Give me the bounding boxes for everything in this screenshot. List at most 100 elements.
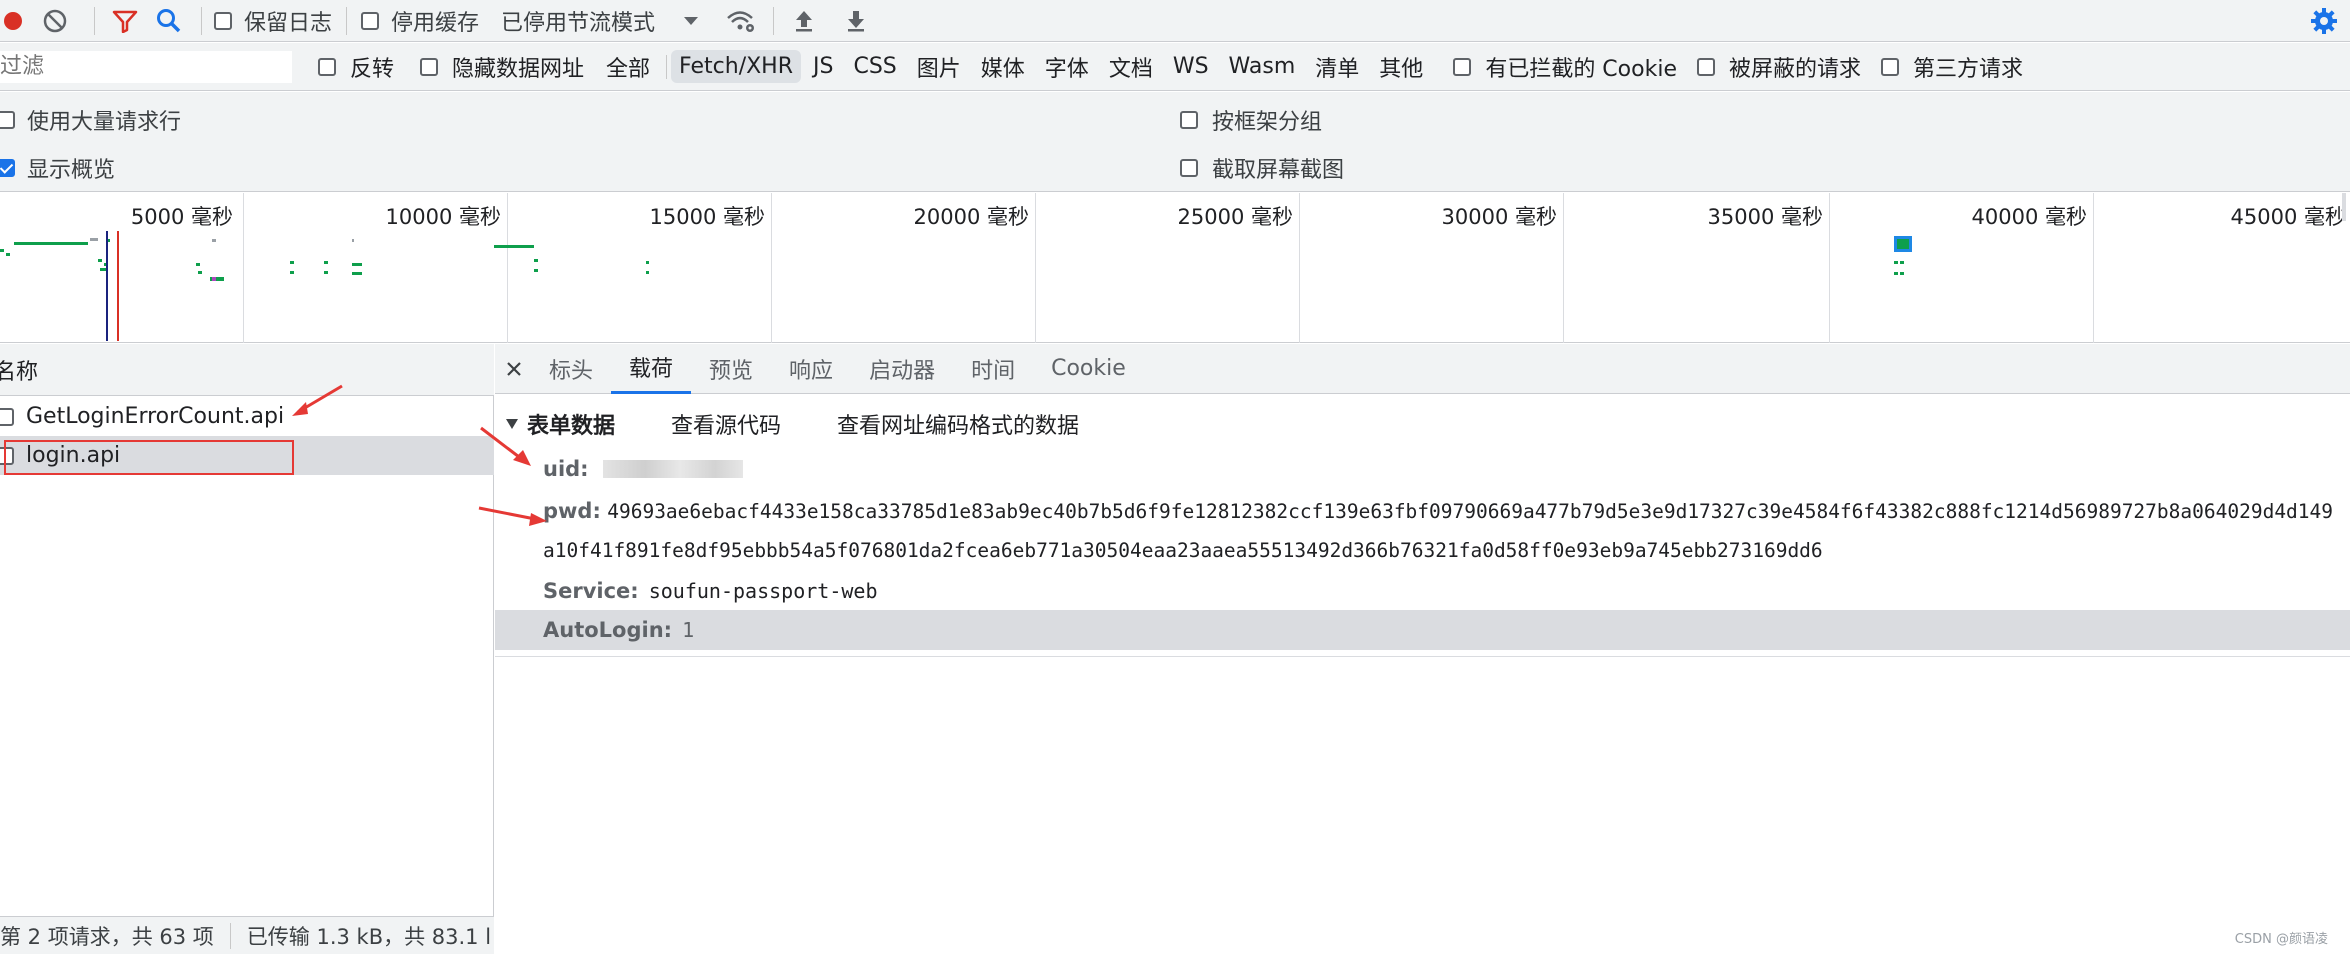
tab-payload[interactable]: 载荷: [611, 344, 692, 394]
clear-button[interactable]: [24, 0, 86, 42]
throttling-select[interactable]: 已停用节流模式: [501, 5, 699, 37]
timeline-bar: [494, 245, 534, 248]
timeline-bar: [352, 272, 362, 275]
timeline-bars: [0, 193, 2346, 341]
filter-type-media[interactable]: 媒体: [973, 47, 1033, 87]
timeline-bar: [1894, 261, 1898, 264]
filter-type-fetch-xhr[interactable]: Fetch/XHR: [671, 50, 802, 83]
view-url-encoded-link[interactable]: 查看网址编码格式的数据: [837, 408, 1079, 440]
timeline-bar: [90, 238, 98, 241]
timeline-bar: [324, 261, 328, 264]
show-overview-label: 显示概览: [27, 158, 116, 183]
toolbar-divider: [94, 6, 95, 35]
filter-type-img[interactable]: 图片: [909, 47, 969, 87]
timeline-bar: [198, 271, 202, 274]
search-button[interactable]: [147, 0, 191, 42]
annotation-arrow-icon: [478, 506, 547, 526]
search-icon: [157, 8, 181, 32]
section-divider: [495, 656, 2350, 657]
request-select-checkbox[interactable]: [0, 407, 14, 426]
timeline-bar: [352, 239, 354, 242]
form-data-section-header[interactable]: 表单数据 查看源代码 查看网址编码格式的数据: [505, 406, 1079, 442]
hide-data-urls-checkbox[interactable]: [420, 57, 439, 76]
field-value: soufun-passport-web: [648, 579, 878, 603]
annotation-arrow-icon: [480, 426, 531, 466]
timeline-bar: [196, 263, 200, 266]
filter-type-js[interactable]: JS: [805, 50, 841, 83]
filter-type-other[interactable]: 其他: [1371, 47, 1431, 87]
tab-response[interactable]: 响应: [771, 344, 851, 394]
timeline-overview[interactable]: 5000 毫秒 10000 毫秒 15000 毫秒 20000 毫秒 25000…: [0, 193, 2350, 343]
resource-type-filters: 全部 Fetch/XHR JS CSS 图片 媒体 字体 文档 WS Wasm …: [598, 47, 1435, 87]
tab-headers[interactable]: 标头: [531, 344, 611, 394]
view-source-link[interactable]: 查看源代码: [671, 408, 781, 440]
filter-type-manifest[interactable]: 清单: [1307, 47, 1367, 87]
import-har-button[interactable]: [786, 0, 822, 42]
transfer-size: 已传输 1.3 kB，共 83.1 l: [246, 924, 492, 949]
upload-icon: [796, 10, 813, 31]
tab-timing[interactable]: 时间: [953, 344, 1033, 394]
throttling-value: 已停用节流模式: [501, 10, 656, 36]
filter-input[interactable]: [0, 50, 292, 83]
close-details-button[interactable]: [497, 361, 531, 377]
blocked-requests-checkbox[interactable]: [1696, 57, 1715, 76]
capture-screenshots-label: 截取屏幕截图: [1212, 158, 1345, 183]
tab-initiator[interactable]: 启动器: [851, 344, 953, 394]
third-party-checkbox[interactable]: [1881, 57, 1899, 76]
invert-label: 反转: [350, 56, 395, 82]
filter-toggle-button[interactable]: [103, 0, 147, 42]
filter-type-css[interactable]: CSS: [845, 50, 904, 83]
large-rows-label: 使用大量请求行: [27, 110, 182, 135]
preserve-log-label: 保留日志: [244, 10, 333, 36]
disable-cache-checkbox[interactable]: [361, 11, 380, 30]
request-row[interactable]: GetLoginErrorCount.api: [0, 397, 494, 436]
timeline-bar: [1897, 239, 1909, 249]
request-details-pane: 标头 载荷 预览 响应 启动器 时间 Cookie 表单数据 查看源代码 查看网…: [478, 344, 2350, 954]
capture-screenshots-checkbox[interactable]: [1180, 159, 1198, 177]
filter-type-font[interactable]: 字体: [1037, 47, 1097, 87]
filter-type-wasm[interactable]: Wasm: [1221, 50, 1304, 83]
column-header-name[interactable]: 名称: [0, 354, 38, 386]
timeline-bar: [6, 253, 10, 256]
settings-button[interactable]: [2304, 0, 2344, 42]
timeline-bar: [1900, 272, 1904, 275]
timeline-bar: [1900, 261, 1904, 264]
timeline-bar: [646, 261, 649, 264]
request-name: GetLoginErrorCount.api: [26, 404, 285, 429]
large-rows-checkbox[interactable]: [0, 111, 15, 129]
show-overview-checkbox[interactable]: [0, 159, 15, 177]
details-tab-bar: 标头 载荷 预览 响应 启动器 时间 Cookie: [495, 344, 2350, 394]
request-list-header[interactable]: 名称: [0, 344, 494, 396]
tab-cookies[interactable]: Cookie: [1033, 344, 1144, 394]
invert-checkbox[interactable]: [318, 57, 336, 76]
chevron-down-icon: [684, 16, 699, 25]
gear-icon: [2311, 7, 2337, 34]
form-field-pwd: pwd: 49693ae6ebacf4433e158ca33785d1e83ab…: [543, 492, 2343, 570]
filter-type-all[interactable]: 全部: [598, 47, 658, 87]
blocked-cookies-checkbox[interactable]: [1453, 57, 1472, 76]
tab-preview[interactable]: 预览: [691, 344, 771, 394]
field-key: Service:: [543, 579, 639, 603]
record-button[interactable]: [2, 0, 24, 42]
timeline-bar: [352, 263, 362, 266]
export-har-button[interactable]: [838, 0, 874, 42]
annotation-highlight-box: [4, 440, 294, 475]
toolbar-divider: [201, 6, 202, 35]
third-party-label: 第三方请求: [1913, 56, 2024, 82]
timeline-bar: [646, 271, 649, 274]
blocked-cookies-label: 有已拦截的 Cookie: [1485, 56, 1677, 82]
timeline-bar: [1894, 272, 1898, 275]
preserve-log-checkbox[interactable]: [214, 11, 232, 30]
group-by-frame-checkbox[interactable]: [1180, 111, 1198, 129]
filter-type-doc[interactable]: 文档: [1101, 47, 1161, 87]
annotation-arrow-icon: [292, 384, 343, 416]
network-conditions-button[interactable]: [721, 0, 761, 42]
hide-data-urls-label: 隐藏数据网址: [452, 56, 585, 82]
settings-pane: 使用大量请求行 按框架分组 显示概览 截取屏幕截图: [0, 92, 2350, 192]
form-field-uid: uid:: [543, 454, 743, 484]
wifi-settings-icon: [727, 10, 755, 32]
filter-type-ws[interactable]: WS: [1165, 50, 1217, 83]
download-icon: [848, 10, 865, 31]
form-field-autologin: AutoLogin: 1: [495, 610, 2350, 650]
request-list-pane: 名称 GetLoginErrorCount.api login.api 第 2 …: [0, 344, 494, 954]
